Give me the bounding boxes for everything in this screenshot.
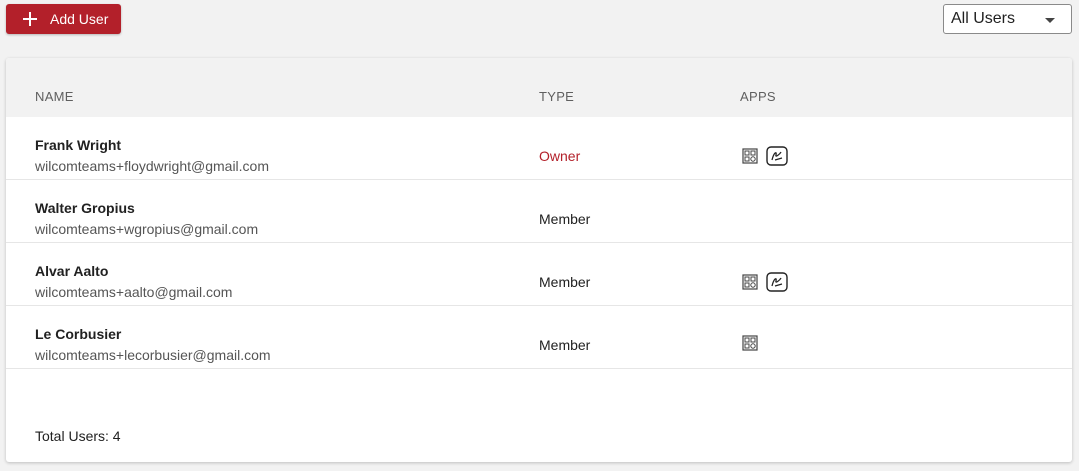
user-apps <box>742 146 788 166</box>
table-row[interactable]: Frank Wright wilcomteams+floydwright@gma… <box>6 117 1072 180</box>
add-user-label: Add User <box>50 11 109 27</box>
user-filter-value: All Users <box>951 10 1016 27</box>
header-name: NAME <box>35 89 74 104</box>
grid-app-icon <box>742 148 758 164</box>
user-name: Le Corbusier <box>35 326 122 342</box>
user-type: Member <box>539 274 591 290</box>
table-header: NAME TYPE APPS <box>6 58 1072 117</box>
table-row[interactable]: Walter Gropius wilcomteams+wgropius@gmai… <box>6 180 1072 243</box>
user-email: wilcomteams+aalto@gmail.com <box>35 284 233 300</box>
signature-app-icon <box>766 146 788 166</box>
user-name: Walter Gropius <box>35 200 135 216</box>
signature-app-icon <box>766 272 788 292</box>
users-table-card: NAME TYPE APPS Frank Wright wilcomteams+… <box>6 58 1072 462</box>
grid-app-icon <box>742 335 758 351</box>
table-body: Frank Wright wilcomteams+floydwright@gma… <box>6 117 1072 369</box>
user-type: Owner <box>539 148 581 164</box>
table-row[interactable]: Le Corbusier wilcomteams+lecorbusier@gma… <box>6 306 1072 369</box>
user-filter-select[interactable]: All Users <box>943 4 1072 34</box>
add-user-button[interactable]: Add User <box>6 4 121 34</box>
user-email: wilcomteams+lecorbusier@gmail.com <box>35 347 271 363</box>
user-email: wilcomteams+floydwright@gmail.com <box>35 158 270 174</box>
user-email: wilcomteams+wgropius@gmail.com <box>35 221 259 237</box>
grid-app-icon <box>742 274 758 290</box>
plus-icon <box>23 12 37 26</box>
total-users-label: Total Users: 4 <box>35 428 121 444</box>
header-apps: APPS <box>740 89 776 104</box>
user-apps <box>742 335 758 351</box>
header-type: TYPE <box>539 89 575 104</box>
user-name: Alvar Aalto <box>35 263 109 279</box>
user-name: Frank Wright <box>35 137 122 153</box>
user-type: Member <box>539 337 591 353</box>
chevron-down-icon <box>1045 18 1055 23</box>
user-apps <box>742 272 788 292</box>
table-row[interactable]: Alvar Aalto wilcomteams+aalto@gmail.com … <box>6 243 1072 306</box>
user-type: Member <box>539 211 591 227</box>
